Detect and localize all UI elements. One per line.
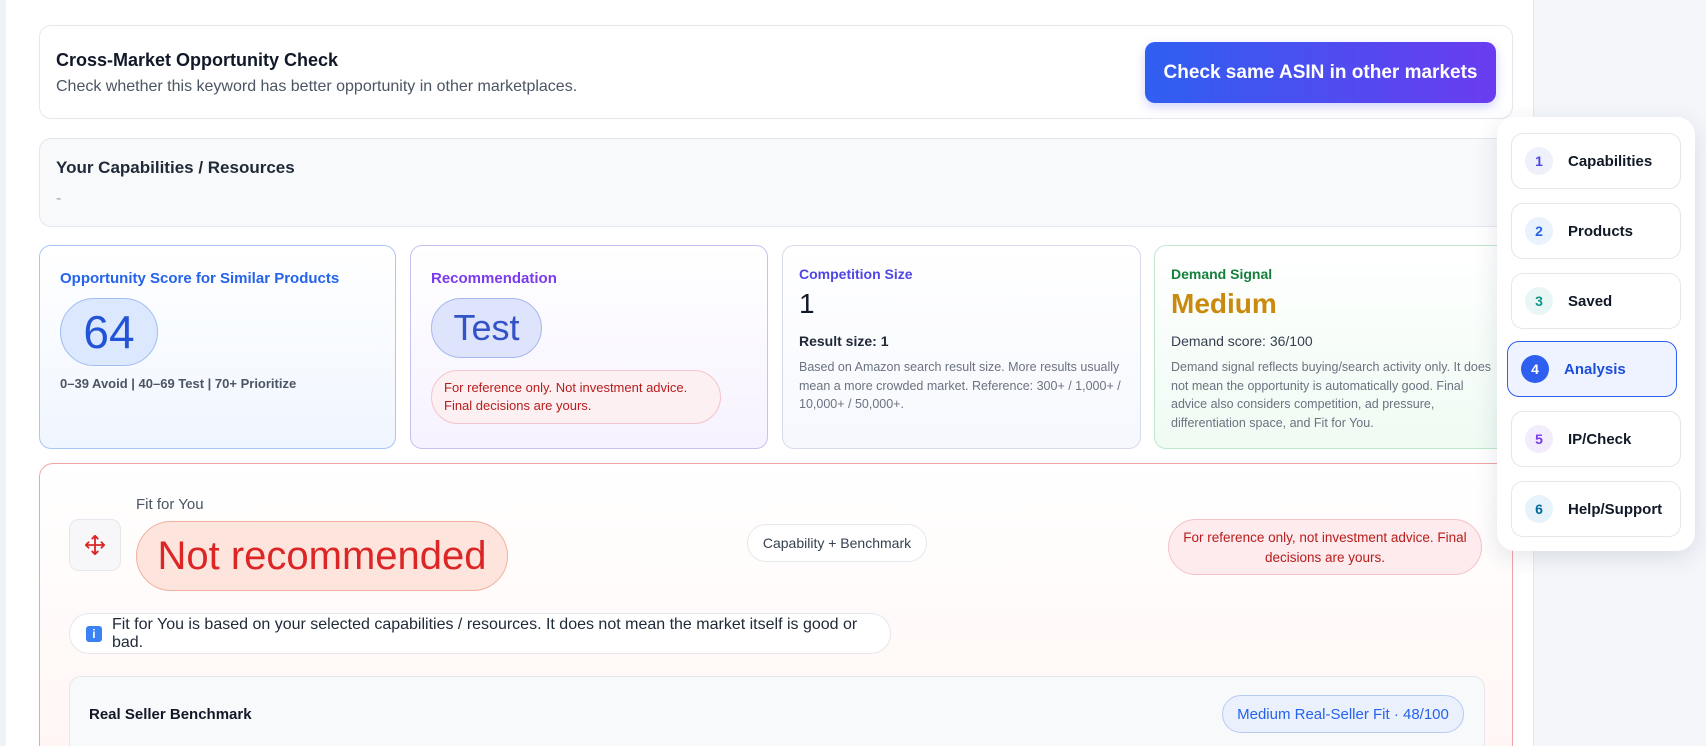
- cross-market-card: Cross-Market Opportunity Check Check whe…: [39, 25, 1513, 119]
- real-seller-benchmark: Real Seller Benchmark Medium Real-Seller…: [69, 676, 1485, 746]
- opportunity-score-label: Opportunity Score for Similar Products: [60, 270, 340, 287]
- fit-info-note: i Fit for You is based on your selected …: [69, 613, 891, 654]
- nav-label: Capabilities: [1568, 152, 1653, 170]
- demand-score: Demand score: 36/100: [1171, 333, 1313, 349]
- nav-item-ip-check[interactable]: 5 IP/Check: [1511, 411, 1681, 467]
- demand-signal-value: Medium: [1171, 288, 1277, 319]
- move-icon[interactable]: [69, 519, 121, 571]
- competition-size-label: Competition Size: [799, 266, 913, 282]
- competition-size-value: 1: [799, 288, 815, 319]
- nav-item-saved[interactable]: 3 Saved: [1511, 273, 1681, 329]
- fit-for-you-card: Fit for You Not recommended Capability +…: [39, 463, 1513, 746]
- nav-number: 3: [1525, 287, 1553, 315]
- nav-label: Saved: [1568, 292, 1613, 310]
- cross-market-title: Cross-Market Opportunity Check: [56, 50, 339, 70]
- nav-number: 1: [1525, 147, 1553, 175]
- recommendation-card: Recommendation Test For reference only. …: [410, 245, 768, 449]
- fit-basis-badge: Capability + Benchmark: [747, 524, 927, 562]
- capabilities-title: Your Capabilities / Resources: [56, 158, 295, 177]
- nav-label: Analysis: [1564, 360, 1626, 378]
- benchmark-badge: Medium Real-Seller Fit · 48/100: [1222, 695, 1464, 733]
- nav-label: Products: [1568, 222, 1634, 240]
- nav-item-products[interactable]: 2 Products: [1511, 203, 1681, 259]
- nav-item-help-support[interactable]: 6 Help/Support: [1511, 481, 1681, 537]
- nav-item-capabilities[interactable]: 1 Capabilities: [1511, 133, 1681, 189]
- demand-description: Demand signal reflects buying/search act…: [1171, 360, 1492, 430]
- fit-disclaimer: For reference only, not investment advic…: [1168, 519, 1482, 575]
- opportunity-score-scale: 0–39 Avoid | 40–69 Test | 70+ Prioritize: [60, 376, 297, 391]
- nav-label: Help/Support: [1568, 500, 1663, 518]
- section-nav: 1 Capabilities 2 Products 3 Saved 4 Anal…: [1497, 117, 1695, 551]
- recommendation-value: Test: [431, 298, 542, 358]
- check-other-markets-button[interactable]: Check same ASIN in other markets: [1145, 42, 1496, 103]
- cross-market-subtitle: Check whether this keyword has better op…: [56, 78, 578, 95]
- demand-signal-card: Demand Signal Medium Demand score: 36/10…: [1154, 245, 1513, 449]
- nav-label: IP/Check: [1568, 430, 1632, 448]
- capabilities-card: Your Capabilities / Resources -: [39, 138, 1513, 227]
- fit-verdict-badge: Not recommended: [136, 521, 508, 591]
- demand-signal-label: Demand Signal: [1171, 266, 1273, 282]
- recommendation-disclaimer: For reference only. Not investment advic…: [431, 370, 721, 424]
- fit-for-you-label: Fit for You: [136, 496, 204, 513]
- competition-description: Based on Amazon search result size. More…: [799, 360, 1121, 411]
- benchmark-title: Real Seller Benchmark: [89, 706, 252, 723]
- opportunity-score-value: 64: [60, 298, 158, 366]
- fit-info-text: Fit for You is based on your selected ca…: [111, 615, 858, 651]
- opportunity-score-card: Opportunity Score for Similar Products 6…: [39, 245, 396, 449]
- nav-number: 5: [1525, 425, 1553, 453]
- capabilities-value: -: [56, 190, 62, 207]
- nav-number: 4: [1521, 355, 1549, 383]
- recommendation-label: Recommendation: [431, 270, 557, 287]
- nav-item-analysis[interactable]: 4 Analysis: [1507, 341, 1677, 397]
- competition-result-size: Result size: 1: [799, 333, 889, 349]
- main-panel: Cross-Market Opportunity Check Check whe…: [0, 0, 1534, 746]
- competition-size-card: Competition Size 1 Result size: 1 Based …: [782, 245, 1141, 449]
- info-icon: i: [86, 625, 102, 642]
- nav-number: 6: [1525, 495, 1553, 523]
- nav-number: 2: [1525, 217, 1553, 245]
